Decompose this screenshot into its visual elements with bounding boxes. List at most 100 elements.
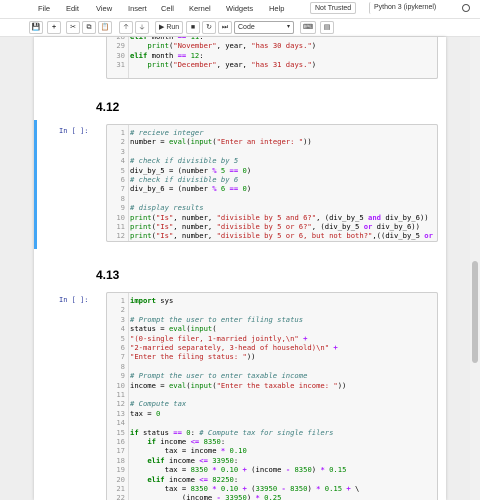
kernel-name: Python 3 (ipykernel)	[369, 2, 441, 14]
code-line: if income <= 8350:	[147, 437, 226, 446]
code-line: print("Is", number, "divisible by 5 or 6…	[130, 231, 433, 241]
trust-badge[interactable]: Not Trusted	[310, 2, 357, 14]
toolbar: 💾 + ✂ ⧉ 📋 🡡 🡣 ▶ Run ■ ↻ ⏭ Code ▾ ⌨ ▤	[0, 19, 480, 37]
restart-run-all-button[interactable]: ⏭	[218, 21, 232, 34]
line-number: 5	[120, 333, 125, 343]
code-line: tax = 0	[130, 408, 161, 418]
line-number: 7	[120, 184, 125, 194]
line-number: 22	[116, 493, 125, 500]
line-number: 4	[120, 156, 125, 166]
code-line: print("December", year, "has 31 days.")	[147, 60, 317, 70]
menu-insert[interactable]: Insert	[128, 4, 147, 13]
chevron-down-icon: ▾	[286, 24, 290, 30]
code-line: "Enter the filing status: "))	[130, 352, 256, 362]
menu-widgets[interactable]: Widgets	[226, 4, 253, 13]
keyboard-icon: ⌨	[302, 24, 314, 31]
line-number: 8	[120, 361, 125, 371]
copy-icon: ⧉	[86, 24, 92, 31]
line-number: 9	[120, 371, 125, 381]
line-number: 5	[120, 165, 125, 175]
line-number: 12	[116, 231, 125, 241]
line-number: 6	[120, 175, 125, 184]
menubar: File Edit View Insert Cell Kernel Widget…	[0, 0, 480, 19]
line-number: 20	[116, 474, 125, 484]
code-line: elif month == 12:	[130, 50, 204, 60]
code-line: tax = income * 0.10	[130, 446, 247, 456]
code-line: elif income <= 33950:	[147, 455, 239, 465]
code-line: status = eval(input(	[130, 324, 217, 334]
line-number: 1	[120, 296, 125, 305]
scrollbar[interactable]	[470, 37, 480, 500]
code-line: "(0-single filer, 1-married jointly,\n" …	[130, 333, 308, 343]
line-number: 9	[120, 203, 125, 213]
code-line: div_by_5 = (number % 5 == 0)	[130, 165, 252, 175]
keyboard-button[interactable]: ⌨	[300, 21, 316, 34]
code-line: # recieve integer	[130, 128, 204, 137]
line-number: 15	[116, 427, 125, 437]
line-gutter	[128, 37, 129, 78]
save-button[interactable]: 💾	[29, 21, 43, 34]
menu-edit[interactable]: Edit	[66, 4, 79, 13]
line-number: 3	[120, 146, 125, 156]
paste-button[interactable]: 📋	[98, 21, 112, 34]
cell-type-value: Code	[238, 24, 255, 31]
line-number: 31	[116, 60, 125, 70]
line-number: 21	[116, 484, 125, 493]
move-up-button[interactable]: 🡡	[119, 21, 133, 34]
code-line: div_by_6 = (number % 6 == 0)	[130, 184, 252, 194]
line-number: 13	[116, 408, 125, 418]
code-line: print("Is", number, "divisible by 5 and …	[130, 212, 429, 222]
code-line: (income - 33950) * 0.25	[130, 493, 282, 500]
menu-cell[interactable]: Cell	[161, 4, 174, 13]
line-number: 6	[120, 343, 125, 352]
code-line: print("Is", number, "divisible by 5 or 6…	[130, 222, 420, 231]
line-number: 11	[116, 222, 125, 231]
line-number: 14	[116, 418, 125, 428]
code-cell-4-13[interactable]: 1 import sys 2 3 # Prompt the user to enter …	[106, 292, 438, 500]
code-line: # Prompt the user to enter filing status	[130, 314, 304, 324]
line-number: 10	[116, 212, 125, 222]
move-down-button[interactable]: 🡣	[135, 21, 149, 34]
code-line: "2-married separately, 3-head of househo…	[130, 343, 338, 352]
cell-prompt: In [ ]:	[59, 296, 89, 304]
stop-icon: ■	[190, 24, 196, 31]
copy-button[interactable]: ⧉	[82, 21, 96, 34]
code-line: elif income <= 82250:	[147, 474, 239, 484]
run-icon: ▶	[159, 24, 165, 31]
restart-button[interactable]: ↻	[202, 21, 216, 34]
menu-view[interactable]: View	[96, 4, 112, 13]
restart-run-all-icon: ⏭	[221, 24, 229, 31]
line-number: 2	[120, 137, 125, 147]
command-palette-button[interactable]: ▤	[320, 21, 334, 34]
code-line: # check if divisible by 6	[130, 175, 239, 184]
code-line: number = eval(input("Enter an integer: "…	[130, 137, 312, 147]
run-label: Run	[166, 24, 180, 31]
selected-cell-indicator	[34, 120, 37, 249]
menu-file[interactable]: File	[38, 4, 50, 13]
line-number: 2	[120, 305, 125, 315]
line-number: 29	[116, 41, 125, 51]
code-line: # Compute tax	[130, 399, 187, 409]
stop-button[interactable]: ■	[186, 21, 200, 34]
line-number: 8	[120, 193, 125, 203]
line-number: 12	[116, 399, 125, 409]
add-cell-button[interactable]: +	[47, 21, 61, 34]
code-line: if status == 0: # Compute tax for single…	[130, 427, 334, 437]
menu-help[interactable]: Help	[269, 4, 284, 13]
code-cell-previous[interactable]: 28elif month == 11:29 print("November", …	[106, 37, 438, 79]
code-line: tax = 8350 * 0.10 + (income - 8350) * 0.…	[130, 465, 347, 475]
run-button[interactable]: ▶ Run	[155, 21, 183, 34]
cell-prompt: In [ ]:	[59, 127, 89, 135]
line-number: 17	[116, 446, 125, 456]
add-cell-icon: +	[51, 24, 57, 31]
code-cell-4-12[interactable]: 1 # recieve integer 2 number = eval(input("…	[106, 124, 438, 242]
cell-type-select[interactable]: Code ▾	[234, 21, 294, 34]
menu-kernel[interactable]: Kernel	[189, 4, 211, 13]
cut-button[interactable]: ✂	[66, 21, 80, 34]
scrollbar-thumb[interactable]	[472, 260, 478, 363]
move-up-icon: 🡡	[123, 24, 129, 31]
code-line: import sys	[130, 296, 174, 305]
code-line: # check if divisible by 5	[130, 156, 239, 166]
code-line: print("November", year, "has 30 days.")	[147, 41, 317, 51]
line-number: 3	[120, 314, 125, 324]
